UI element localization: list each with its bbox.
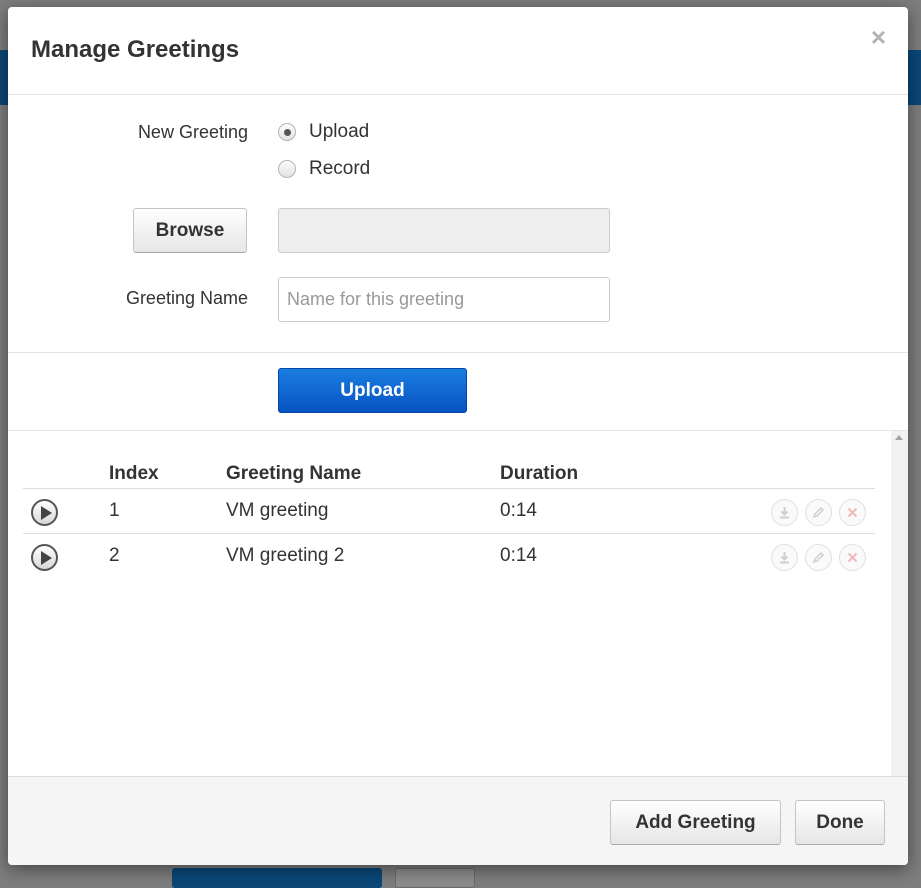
done-button[interactable]: Done <box>795 800 885 845</box>
table-row: 1 VM greeting 0:14 <box>23 488 875 533</box>
background-button-secondary <box>395 868 475 888</box>
upload-radio[interactable] <box>278 123 296 141</box>
dialog-header: Manage Greetings × <box>8 7 908 95</box>
table-row: 2 VM greeting 2 0:14 <box>23 533 875 578</box>
add-greeting-button[interactable]: Add Greeting <box>610 800 781 845</box>
new-greeting-label: New Greeting <box>137 122 248 142</box>
column-header-greeting-name: Greeting Name <box>226 463 362 484</box>
play-icon[interactable] <box>31 499 58 526</box>
row-duration: 0:14 <box>500 545 537 566</box>
column-header-duration: Duration <box>500 463 579 484</box>
row-index: 2 <box>109 545 120 566</box>
manage-greetings-dialog: Manage Greetings × New Greeting Upload R… <box>8 7 908 865</box>
download-icon[interactable] <box>771 544 798 571</box>
upload-button[interactable]: Upload <box>278 368 467 413</box>
dialog-footer: Add Greeting Done <box>8 776 908 865</box>
column-header-index: Index <box>109 463 159 484</box>
scroll-up-icon[interactable] <box>895 435 903 440</box>
upload-radio-option[interactable]: Upload <box>278 121 369 143</box>
greeting-name-input[interactable] <box>278 277 610 322</box>
record-radio[interactable] <box>278 160 296 178</box>
browse-button[interactable]: Browse <box>133 208 247 253</box>
edit-icon[interactable] <box>805 544 832 571</box>
table-scrollbar[interactable] <box>891 431 908 776</box>
row-index: 1 <box>109 500 120 521</box>
record-radio-option[interactable]: Record <box>278 158 370 180</box>
row-duration: 0:14 <box>500 500 537 521</box>
row-greeting-name: VM greeting <box>226 500 329 521</box>
dialog-title: Manage Greetings <box>31 36 240 63</box>
background-button <box>172 868 382 888</box>
greeting-name-label: Greeting Name <box>125 288 248 308</box>
greetings-table: Index Greeting Name Duration 1 VM greeti… <box>8 430 908 776</box>
file-name-display <box>278 208 610 253</box>
play-icon[interactable] <box>31 544 58 571</box>
delete-icon[interactable] <box>839 544 866 571</box>
row-greeting-name: VM greeting 2 <box>226 545 345 566</box>
record-radio-label: Record <box>309 158 371 179</box>
download-icon[interactable] <box>771 499 798 526</box>
form-divider <box>8 352 908 353</box>
close-icon[interactable]: × <box>871 24 886 50</box>
upload-radio-label: Upload <box>309 121 370 142</box>
delete-icon[interactable] <box>839 499 866 526</box>
edit-icon[interactable] <box>805 499 832 526</box>
